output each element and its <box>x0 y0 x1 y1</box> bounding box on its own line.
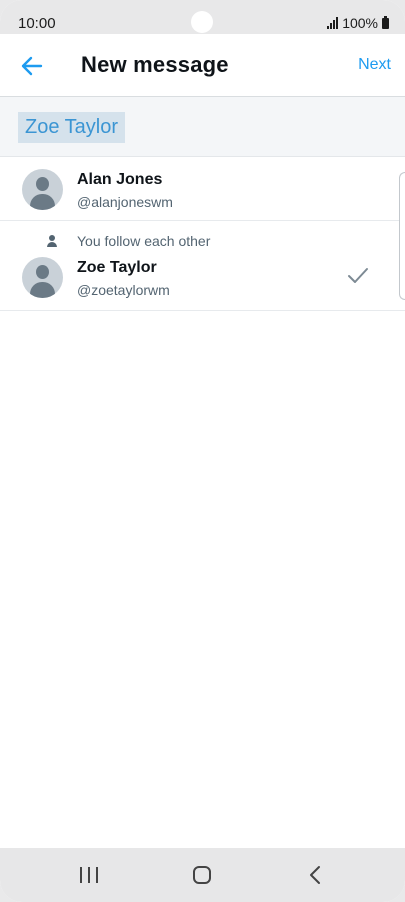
recipient-chip[interactable]: Zoe Taylor <box>18 112 126 143</box>
status-indicators: 100% <box>327 15 389 31</box>
avatar <box>22 169 63 210</box>
avatar <box>22 257 63 298</box>
back-button[interactable] <box>14 48 50 84</box>
app-header: New message Next <box>0 34 405 97</box>
recipient-search-field[interactable]: Zoe Taylor <box>0 97 405 157</box>
recents-icon[interactable] <box>80 867 98 883</box>
nav-back-icon[interactable] <box>308 865 322 885</box>
follow-note-text: You follow each other <box>77 233 211 249</box>
status-bar: 10:00 100% <box>0 0 405 34</box>
new-message-screen: 10:00 100% New message Next Zoe Taylor A… <box>0 0 405 902</box>
user-name: Zoe Taylor <box>77 259 157 276</box>
home-icon[interactable] <box>193 866 211 884</box>
user-handle: @alanjoneswm <box>77 194 173 210</box>
person-icon <box>42 234 62 248</box>
arrow-left-icon <box>21 56 43 76</box>
follow-note: You follow each other <box>42 233 210 249</box>
scroll-handle[interactable] <box>399 172 405 300</box>
user-handle: @zoetaylorwm <box>77 282 170 298</box>
list-item[interactable]: You follow each other Zoe Taylor @zoetay… <box>0 221 405 311</box>
signal-icon <box>327 17 339 29</box>
battery-icon <box>382 15 389 29</box>
next-button[interactable]: Next <box>358 56 391 74</box>
system-nav-bar <box>0 848 405 902</box>
check-icon <box>348 268 368 283</box>
user-list: Alan Jones @alanjoneswm You follow each … <box>0 158 405 311</box>
list-item[interactable]: Alan Jones @alanjoneswm <box>0 158 405 221</box>
status-time: 10:00 <box>18 15 56 32</box>
user-name: Alan Jones <box>77 171 163 188</box>
page-title: New message <box>81 52 229 77</box>
camera-notch <box>191 11 213 33</box>
battery-percent: 100% <box>342 15 378 31</box>
